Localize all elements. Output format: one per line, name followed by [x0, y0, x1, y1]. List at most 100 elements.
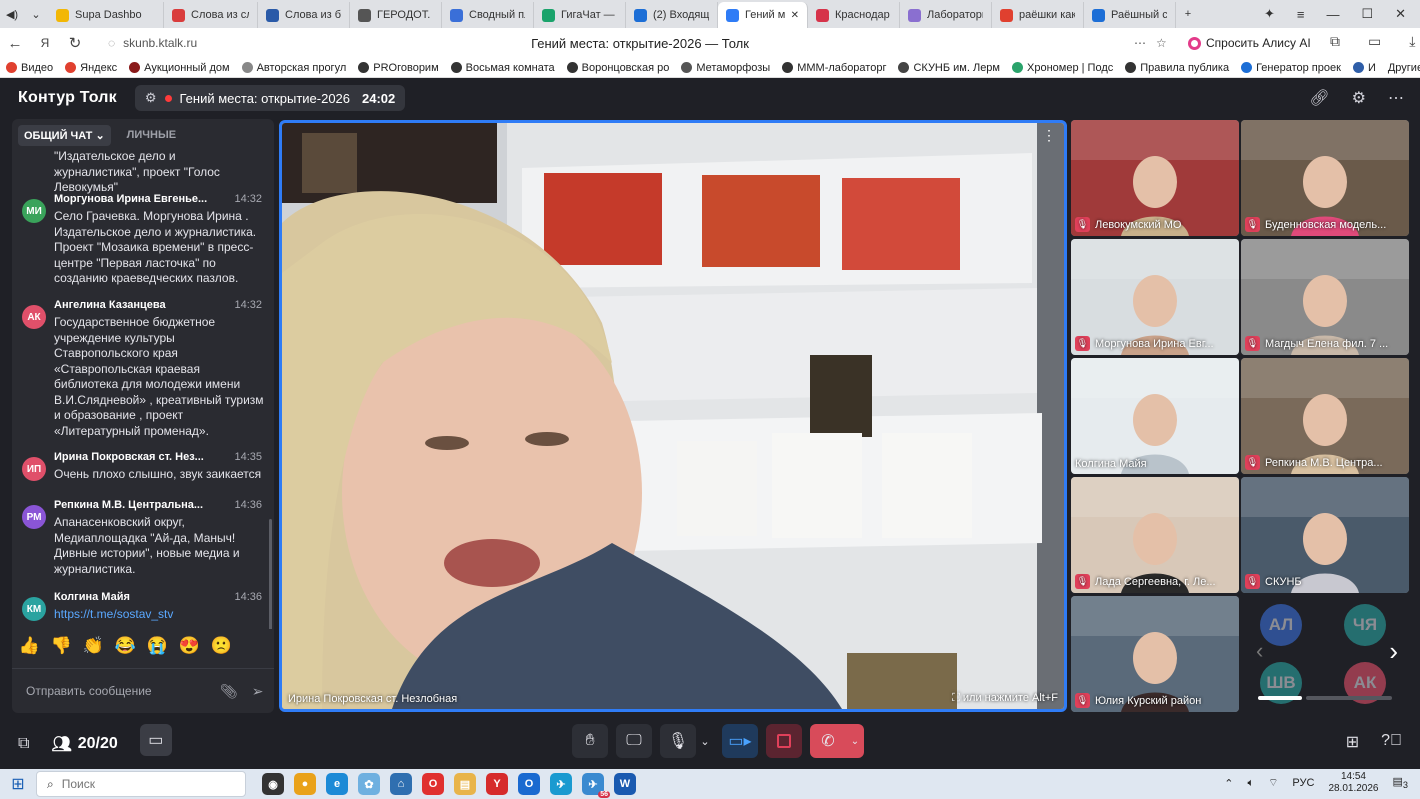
participants-button[interactable]: 👥︎ 20/20 [51, 734, 117, 754]
reaction-emoji[interactable]: 😍 [179, 636, 200, 655]
avatar[interactable]: АК [22, 305, 46, 329]
participant-tile[interactable]: 🎙︎ СКУНБ [1241, 477, 1409, 593]
camera-app-icon[interactable]: ◉ [262, 773, 284, 795]
menu-icon[interactable]: ≡ [1297, 7, 1305, 22]
bookmark-item[interactable]: PROговорим [352, 62, 444, 74]
reload-icon[interactable]: ↻ [60, 34, 90, 52]
extensions-icon[interactable]: ⧉ [1330, 33, 1340, 50]
message-input[interactable] [26, 684, 216, 698]
settings-app-icon[interactable]: ✿ [358, 773, 380, 795]
bookmark-item[interactable]: СКУНБ им. Лерм [892, 62, 1006, 74]
reaction-emoji[interactable]: 👍 [19, 636, 40, 655]
avatar[interactable]: КМ [22, 597, 46, 621]
link-icon[interactable]: 🔗︎ [1309, 88, 1329, 108]
yandex-browser-icon[interactable]: Y [486, 773, 508, 795]
profile-icon[interactable]: ✦ [1264, 6, 1275, 22]
windows-start-icon[interactable]: ⊞ [0, 774, 36, 794]
opera-icon[interactable]: O [422, 773, 444, 795]
back-icon[interactable]: ← [0, 35, 30, 52]
volume-icon[interactable]: 🔈︎ [1247, 777, 1254, 790]
bookmark-item[interactable]: Генератор проек [1235, 62, 1347, 74]
tab-9[interactable]: Лаборатория [900, 2, 992, 28]
avatar[interactable]: РМ [22, 505, 46, 529]
bookmark-item[interactable]: Видео [0, 62, 59, 74]
chrome-icon[interactable]: ● [294, 773, 316, 795]
outlook-icon[interactable]: O [518, 773, 540, 795]
clock[interactable]: 14:54 28.01.2026 [1328, 771, 1378, 795]
folder-app-icon[interactable]: ⌂ [390, 773, 412, 795]
message-link[interactable]: https://t.me/sostav_stv [54, 607, 264, 623]
alisa-button[interactable]: Спросить Алису AI [1180, 32, 1319, 54]
reaction-emoji[interactable]: 😭 [147, 636, 168, 655]
edge-icon[interactable]: e [326, 773, 348, 795]
search-input[interactable] [61, 777, 212, 791]
bookmark-item[interactable]: Авторская прогул [236, 62, 353, 74]
tab-5[interactable]: ГигаЧат — ру [534, 2, 626, 28]
send-icon[interactable]: ➢ [252, 683, 264, 700]
minimize-icon[interactable]: — [1326, 7, 1339, 22]
ktalk-app-icon[interactable]: ✈ 56 [582, 773, 610, 798]
reaction-emoji[interactable]: 🙁 [211, 636, 232, 655]
chevron-right-icon[interactable]: › [1389, 636, 1398, 667]
tab-4[interactable]: Сводный пла [442, 2, 534, 28]
stop-recording-button[interactable] [766, 724, 802, 758]
maximize-icon[interactable]: ☐ [1361, 6, 1373, 22]
tab-6[interactable]: (2) Входящие [626, 2, 718, 28]
avatar[interactable]: МИ [22, 199, 46, 223]
mute-button[interactable]: 🎙︎ [660, 724, 696, 758]
bookmark-item[interactable]: Яндекс [59, 62, 123, 74]
tab-list-chevron-icon[interactable]: ⌄ [24, 0, 48, 28]
site-info-icon[interactable]: ◌ [108, 36, 115, 50]
more-icon[interactable]: ⋯ [1134, 36, 1146, 50]
close-tab-icon[interactable]: ✕ [791, 10, 799, 21]
attach-icon[interactable]: 📎︎ [220, 683, 238, 700]
mic-options-button[interactable]: ⌄ [696, 724, 714, 758]
message-list[interactable]: "Издательское дело и журналистика", прое… [12, 149, 274, 629]
tab-0[interactable]: Supa Dashbo [48, 2, 164, 28]
tab-general-chat[interactable]: ОБЩИЙ ЧАТ ⌄ [18, 124, 111, 146]
raise-hand-button[interactable]: ✋︎ [572, 724, 608, 758]
apps-icon[interactable]: ⧉ [18, 735, 29, 753]
end-call-options-button[interactable]: ⌄ [846, 724, 864, 758]
participant-tile[interactable]: 🎙︎ Магдыч Елена фил. 7 ... [1241, 239, 1409, 355]
reaction-emoji[interactable]: 👎 [51, 636, 72, 655]
main-video[interactable]: ⋮ Ирина Покровская ст. Незлобная ⛶ или н… [279, 120, 1067, 712]
url-field[interactable]: ◌ skunb.ktalk.ru [108, 36, 197, 50]
reaction-emoji[interactable]: 😂 [115, 636, 136, 655]
language-indicator[interactable]: РУС [1292, 777, 1314, 789]
participant-tile[interactable]: 🎙︎ Буденновская модель... [1241, 120, 1409, 236]
help-icon[interactable]: ?⃝ [1381, 732, 1402, 752]
scrollbar[interactable] [269, 519, 272, 629]
bookmark-item[interactable]: Восьмая комната [445, 62, 561, 74]
participant-tile[interactable]: 🎙︎ Юлия Курский район [1071, 596, 1239, 712]
tab-11[interactable]: Раёшный сти [1084, 2, 1176, 28]
tab-private-chat[interactable]: ЛИЧНЫЕ [121, 125, 182, 145]
participant-tile[interactable]: 🎙︎ Репкина М.В. Центра... [1241, 358, 1409, 474]
video-menu-icon[interactable]: ⋮ [1042, 127, 1056, 144]
tab-audio-icon[interactable]: ◀) [0, 0, 24, 28]
tab-8[interactable]: Краснодар л [808, 2, 900, 28]
fullscreen-hint[interactable]: ⛶ или нажмите Alt+F [952, 692, 1058, 705]
tab-3[interactable]: ГЕРОДОТ. (о [350, 2, 442, 28]
participant-tile[interactable]: 🎙︎ Моргунова Ирина Евг... [1071, 239, 1239, 355]
new-tab-icon[interactable]: + [1176, 0, 1200, 28]
tab-2[interactable]: Слова из букв [258, 2, 350, 28]
gear-icon[interactable]: ⚙ [1352, 88, 1366, 108]
bookmark-item[interactable]: Хрономер | Подс [1006, 62, 1119, 74]
network-icon[interactable]: ⌔ [1268, 776, 1278, 790]
chevron-left-icon[interactable]: ‹ [1256, 638, 1263, 664]
participant-avatar[interactable]: ЧЯ [1344, 604, 1386, 646]
url-text[interactable]: skunb.ktalk.ru [123, 36, 197, 50]
end-call-button[interactable]: ✆ [810, 724, 846, 758]
bookmark-item[interactable]: МММ-лабораторг [776, 62, 892, 74]
chat-toggle-button[interactable]: ▭ [139, 724, 172, 756]
avatar[interactable]: ИП [22, 457, 46, 481]
reaction-emoji[interactable]: 👏 [83, 636, 104, 655]
screen-share-button[interactable]: 🖵︎ [616, 724, 652, 758]
bookmark-item[interactable]: Аукционный дом [123, 62, 235, 74]
tab-sync-icon[interactable]: ▭ [1368, 33, 1381, 50]
bookmark-item[interactable]: Воронцовская ро [561, 62, 676, 74]
layout-icon[interactable]: ⊞ [1346, 732, 1359, 752]
os-search-box[interactable]: ⌕ [36, 771, 246, 797]
bookmark-icon[interactable]: ☆ [1156, 36, 1167, 50]
